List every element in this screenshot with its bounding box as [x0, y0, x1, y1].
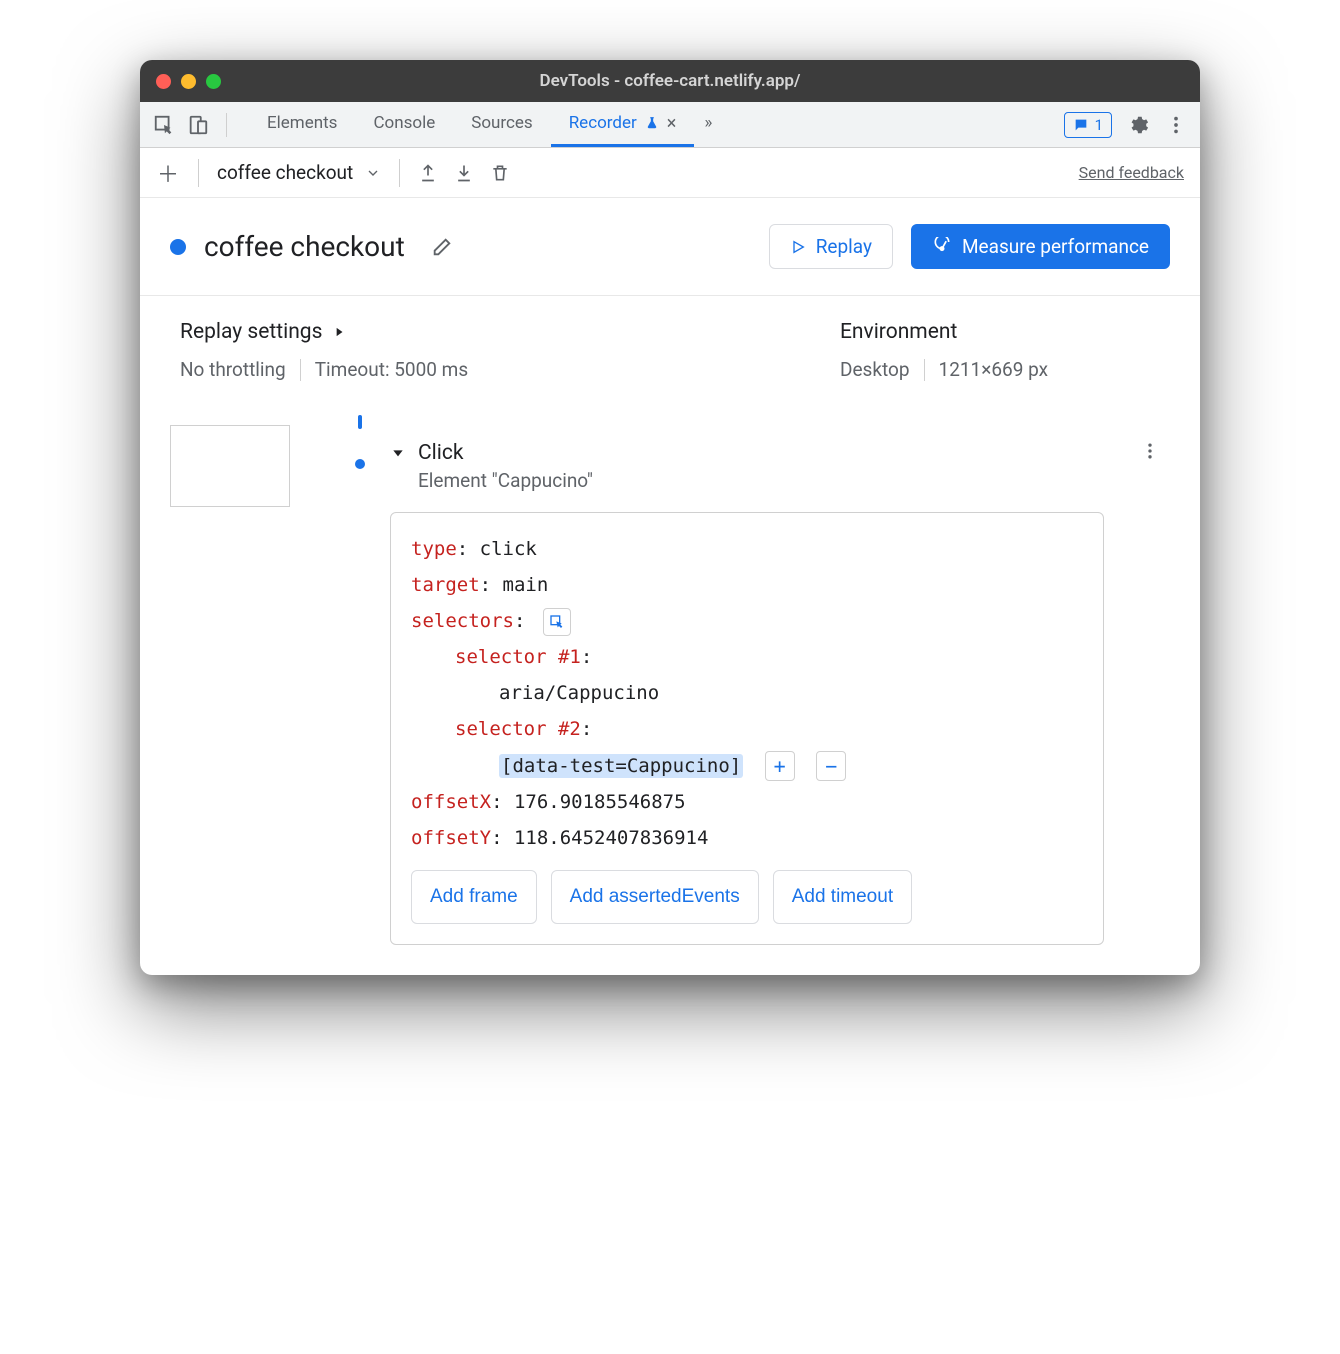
key-selectors: selectors [411, 610, 514, 632]
step-body: type: click target: main selectors: sele… [390, 512, 1104, 945]
tab-label: Console [373, 113, 435, 133]
button-label: Replay [816, 235, 872, 258]
close-window-button[interactable] [156, 74, 171, 89]
export-icon[interactable] [418, 163, 438, 183]
messages-badge[interactable]: 1 [1064, 112, 1112, 138]
caret-down-icon [390, 445, 406, 461]
remove-selector-button[interactable]: − [816, 751, 846, 781]
val-selector-2[interactable]: [data-test=Cappucino] [499, 754, 743, 778]
gear-icon[interactable] [1126, 113, 1150, 137]
tabbar: Elements Console Sources Recorder × » 1 [140, 102, 1200, 148]
messages-count: 1 [1095, 116, 1103, 134]
device-toggle-icon[interactable] [186, 113, 210, 137]
import-icon[interactable] [454, 163, 474, 183]
titlebar: DevTools - coffee-cart.netlify.app/ [140, 60, 1200, 102]
tab-recorder[interactable]: Recorder × [551, 102, 695, 147]
key-selector-2: selector #2 [455, 718, 581, 740]
measure-performance-button[interactable]: Measure performance [911, 224, 1170, 269]
selector-picker-icon[interactable] [543, 608, 571, 636]
divider [198, 159, 199, 187]
recording-header: coffee checkout Replay Measure performan… [140, 198, 1200, 295]
step-title: Click [418, 441, 593, 465]
key-selector-1: selector #1 [455, 646, 581, 668]
close-tab-icon[interactable]: × [667, 113, 677, 134]
settings-row: Replay settings No throttling Timeout: 5… [140, 296, 1200, 411]
key-target: target [411, 574, 480, 596]
device-value: Desktop [840, 358, 910, 381]
inspect-icon[interactable] [152, 113, 176, 137]
key-offsetx: offsetX [411, 791, 491, 813]
divider [226, 113, 227, 137]
val-offsety[interactable]: 118.6452407836914 [514, 827, 708, 849]
panel-tabs: Elements Console Sources Recorder × » [249, 102, 722, 147]
trash-icon[interactable] [490, 163, 510, 183]
new-recording-button[interactable]: ＋ [156, 161, 180, 185]
tab-label: Recorder [569, 113, 637, 133]
environment-values: Desktop 1211×669 px [840, 358, 1160, 381]
edit-title-icon[interactable] [431, 236, 453, 258]
kebab-icon[interactable] [1164, 113, 1188, 137]
add-selector-button[interactable]: + [765, 751, 795, 781]
thumbnail-column [170, 421, 330, 945]
timeline-rail [330, 421, 390, 945]
tabbar-right: 1 [1064, 112, 1188, 138]
tab-console[interactable]: Console [355, 102, 453, 147]
button-label: Measure performance [962, 235, 1149, 258]
recording-indicator [170, 239, 186, 255]
section-title: Environment [840, 320, 957, 344]
send-feedback-link[interactable]: Send feedback [1079, 163, 1184, 182]
throttling-value: No throttling [180, 358, 286, 381]
viewport-value: 1211×669 px [939, 358, 1049, 381]
tabbar-left [152, 113, 245, 137]
divider [924, 359, 925, 381]
chevron-down-icon[interactable] [365, 165, 381, 181]
zoom-window-button[interactable] [206, 74, 221, 89]
val-selector-1[interactable]: aria/Cappucino [499, 682, 659, 704]
replay-settings-values: No throttling Timeout: 5000 ms [180, 358, 840, 381]
replay-button[interactable]: Replay [769, 224, 893, 269]
recorder-toolbar: ＋ coffee checkout Send feedback [140, 148, 1200, 198]
add-timeout-button[interactable]: Add timeout [773, 870, 912, 924]
recording-title: coffee checkout [204, 230, 405, 263]
timeout-value: Timeout: 5000 ms [315, 358, 468, 381]
traffic-lights [156, 74, 221, 89]
step-header[interactable]: Click Element "Cappucino" [390, 441, 1170, 492]
tab-sources[interactable]: Sources [453, 102, 550, 147]
overflow-label: » [704, 113, 712, 133]
timeline: Click Element "Cappucino" type: click ta… [140, 411, 1200, 975]
tab-overflow[interactable]: » [694, 102, 722, 147]
tab-elements[interactable]: Elements [249, 102, 355, 147]
minimize-window-button[interactable] [181, 74, 196, 89]
add-frame-button[interactable]: Add frame [411, 870, 537, 924]
step-menu-icon[interactable] [1140, 441, 1170, 461]
divider [399, 159, 400, 187]
replay-settings: Replay settings No throttling Timeout: 5… [180, 320, 840, 381]
toolbar-actions [418, 163, 510, 183]
key-type: type [411, 538, 457, 560]
window-title: DevTools - coffee-cart.netlify.app/ [140, 71, 1200, 91]
step-actions: Add frame Add assertedEvents Add timeout [411, 870, 1083, 924]
devtools-window: DevTools - coffee-cart.netlify.app/ Elem… [140, 60, 1200, 975]
val-type[interactable]: click [480, 538, 537, 560]
step-column: Click Element "Cappucino" type: click ta… [390, 421, 1170, 945]
val-target[interactable]: main [503, 574, 549, 596]
flask-icon [645, 116, 659, 130]
divider [300, 359, 301, 381]
val-offsetx[interactable]: 176.90185546875 [514, 791, 686, 813]
add-assertedevents-button[interactable]: Add assertedEvents [551, 870, 759, 924]
environment: Environment Desktop 1211×669 px [840, 320, 1160, 381]
key-offsety: offsetY [411, 827, 491, 849]
section-title: Replay settings [180, 320, 322, 344]
tab-label: Sources [471, 113, 532, 133]
recording-selector[interactable]: coffee checkout [217, 161, 353, 184]
replay-settings-toggle[interactable]: Replay settings [180, 320, 840, 344]
tab-label: Elements [267, 113, 337, 133]
timeline-marker [348, 421, 372, 469]
environment-title: Environment [840, 320, 1160, 344]
step-subtitle: Element "Cappucino" [418, 469, 593, 492]
step-thumbnail [170, 425, 290, 507]
